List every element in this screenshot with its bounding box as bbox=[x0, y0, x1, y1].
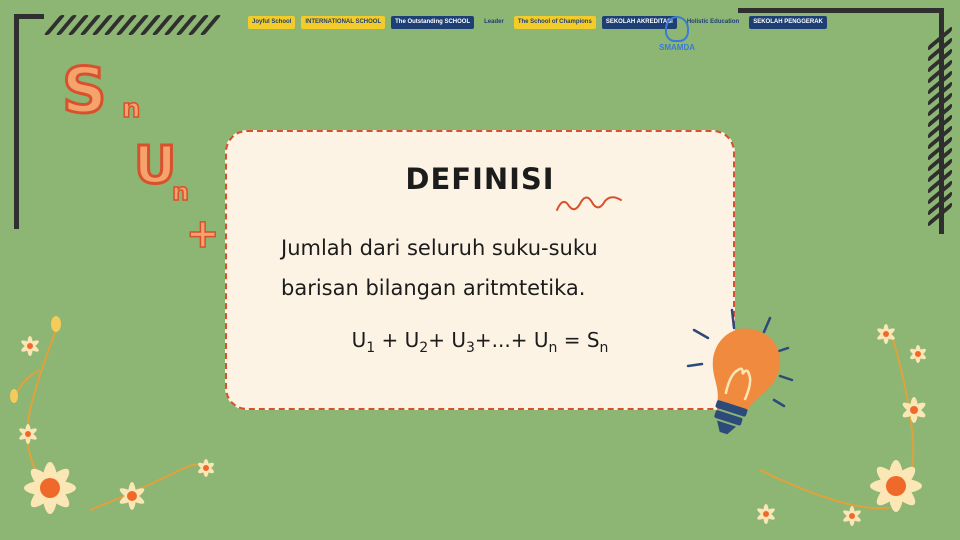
logo: SEKOLAH PENGGERAK bbox=[749, 16, 827, 29]
definition-card: DEFINISI Jumlah dari seluruh suku-suku b… bbox=[225, 130, 735, 410]
hatch-top-right bbox=[928, 25, 952, 228]
school-name: SMAMDA bbox=[659, 43, 695, 52]
slide-title: DEFINISI bbox=[405, 162, 555, 196]
corner-bracket-top-right bbox=[738, 8, 944, 13]
decor-sub-n: n bbox=[121, 94, 141, 124]
hatch-top-left bbox=[43, 15, 222, 35]
decor-plus: + bbox=[185, 211, 220, 257]
logo: INTERNATIONAL SCHOOL bbox=[301, 16, 386, 29]
definition-line-1: Jumlah dari seluruh suku-suku bbox=[281, 236, 598, 260]
decor-letter-u: U bbox=[132, 136, 177, 196]
logo: The Outstanding SCHOOL bbox=[391, 16, 475, 29]
school-logo: SMAMDA bbox=[654, 16, 700, 52]
decor-sub-n: n bbox=[171, 178, 190, 206]
flower-icon bbox=[757, 324, 926, 526]
definition-text: Jumlah dari seluruh suku-suku barisan bi… bbox=[281, 228, 681, 308]
sum-formula: U1 + U2+ U3+...+ Un = Sn bbox=[351, 328, 609, 356]
corner-bracket-top-left-v bbox=[14, 14, 19, 229]
squiggle-icon bbox=[556, 196, 622, 211]
logo: The School of Champions bbox=[513, 16, 596, 29]
decor-letter-s: S bbox=[61, 54, 109, 127]
logo-strip: Joyful School INTERNATIONAL SCHOOL The O… bbox=[248, 16, 827, 29]
logo: Joyful School bbox=[248, 16, 296, 29]
school-emblem-icon bbox=[665, 16, 689, 42]
definition-line-2: barisan bilangan aritmtetika. bbox=[281, 276, 586, 300]
flower-icon bbox=[10, 316, 214, 514]
logo: Leader bbox=[484, 19, 504, 25]
